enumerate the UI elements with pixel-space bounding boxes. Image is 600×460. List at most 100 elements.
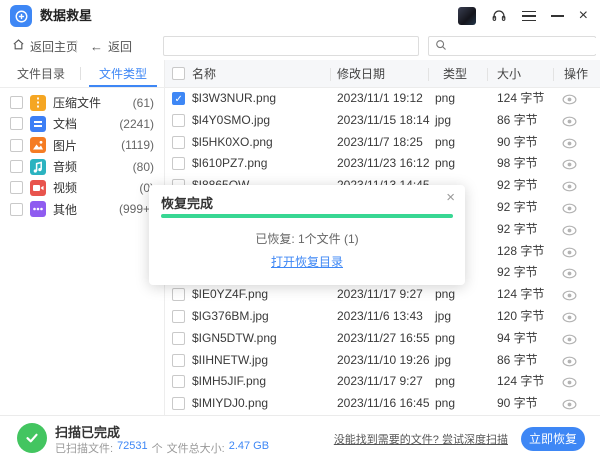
scan-summary: 已扫描文件: 72531 个 文件总大小: 2.47 GB — [55, 440, 269, 456]
table-row[interactable]: $IG376BM.jpg 2023/11/6 13:43 jpg 120 字节 — [165, 306, 600, 328]
preview-eye-icon[interactable] — [562, 268, 578, 279]
preview-eye-icon[interactable] — [562, 377, 578, 388]
preview-eye-icon[interactable] — [562, 399, 578, 410]
file-size: 86 字节 — [497, 350, 538, 372]
sidebar-category-other[interactable]: 其他 (999+) — [0, 198, 164, 219]
row-checkbox[interactable] — [172, 288, 185, 301]
home-label: 返回主页 — [30, 38, 78, 55]
column-header-type: 类型 — [443, 60, 467, 88]
minimize-icon[interactable] — [551, 15, 564, 17]
category-label: 音频 — [53, 158, 77, 175]
header-divider — [553, 68, 554, 81]
category-checkbox[interactable] — [10, 160, 23, 173]
table-row[interactable]: $I3W3NUR.png 2023/11/1 19:12 png 124 字节 — [165, 88, 600, 110]
preview-eye-icon[interactable] — [562, 247, 578, 258]
table-row[interactable]: $IIHNETW.jpg 2023/11/10 19:26 jpg 86 字节 — [165, 350, 600, 372]
category-count: (2241) — [119, 117, 154, 131]
file-name: $IE0YZ4F.png — [192, 284, 268, 306]
sidebar-category-zip[interactable]: 压缩文件 (61) — [0, 92, 164, 113]
file-type: png — [435, 328, 455, 350]
file-modified-date: 2023/11/23 16:12 — [337, 153, 430, 175]
select-all-checkbox[interactable] — [172, 67, 185, 80]
category-checkbox[interactable] — [10, 203, 23, 216]
user-avatar[interactable] — [458, 7, 476, 25]
back-button[interactable]: ← 返回 — [90, 32, 132, 60]
sidebar-category-document[interactable]: 文档 (2241) — [0, 113, 164, 134]
preview-eye-icon[interactable] — [562, 159, 578, 170]
preview-eye-icon[interactable] — [562, 181, 578, 192]
preview-eye-icon[interactable] — [562, 116, 578, 127]
sidebar-category-video[interactable]: 视频 (0) — [0, 177, 164, 198]
close-icon[interactable]: × — [579, 8, 588, 24]
table-row[interactable]: $I4Y0SMO.jpg 2023/11/15 18:14 jpg 86 字节 — [165, 110, 600, 132]
row-checkbox[interactable] — [172, 157, 185, 170]
preview-eye-icon[interactable] — [562, 334, 578, 345]
total-size-value: 2.47 GB — [229, 440, 269, 456]
row-checkbox[interactable] — [172, 114, 185, 127]
preview-eye-icon[interactable] — [562, 290, 578, 301]
file-size: 124 字节 — [497, 284, 544, 306]
sidebar: 文件目录 文件类型 压缩文件 (61) 文档 (2241) 图片 (1119) … — [0, 60, 165, 415]
file-type: png — [435, 153, 455, 175]
row-checkbox[interactable] — [172, 310, 185, 323]
search-box[interactable] — [428, 36, 596, 56]
file-table-header: 名称 修改日期 类型 大小 操作 — [165, 60, 600, 88]
titlebar: 数据救星 × — [0, 0, 600, 32]
search-input[interactable] — [451, 38, 600, 54]
toolbar: 返回主页 ← 返回 — [0, 32, 600, 60]
file-name: $I610PZ7.png — [192, 153, 267, 175]
row-checkbox[interactable] — [172, 92, 185, 105]
category-checkbox[interactable] — [10, 181, 23, 194]
category-checkbox[interactable] — [10, 117, 23, 130]
tab-file-directory[interactable]: 文件目录 — [0, 60, 82, 87]
sidebar-category-audio[interactable]: 音频 (80) — [0, 156, 164, 177]
file-name: $I5HK0XO.png — [192, 132, 273, 154]
file-modified-date: 2023/11/17 9:27 — [337, 371, 423, 393]
table-row[interactable]: $IGN5DTW.png 2023/11/27 16:55 png 94 字节 — [165, 328, 600, 350]
table-row[interactable]: $IE0YZ4F.png 2023/11/17 9:27 png 124 字节 — [165, 284, 600, 306]
app-window: 数据救星 × 返回主页 ← 返回 — [0, 0, 600, 460]
file-type: png — [435, 132, 455, 154]
open-recovery-folder-link[interactable]: 打开恢复目录 — [149, 253, 465, 270]
table-row[interactable]: $IMIYDJ0.png 2023/11/16 16:45 png 90 字节 — [165, 393, 600, 415]
total-size-label: 文件总大小: — [167, 440, 225, 456]
row-checkbox[interactable] — [172, 136, 185, 149]
scanned-label: 已扫描文件: — [55, 440, 113, 456]
table-row[interactable]: $I5HK0XO.png 2023/11/7 18:25 png 90 字节 — [165, 132, 600, 154]
preview-eye-icon[interactable] — [562, 356, 578, 367]
app-title: 数据救星 — [40, 0, 92, 32]
dialog-close-icon[interactable]: × — [446, 189, 455, 206]
path-input[interactable] — [163, 36, 419, 56]
table-row[interactable]: $I610PZ7.png 2023/11/23 16:12 png 98 字节 — [165, 153, 600, 175]
category-checkbox[interactable] — [10, 96, 23, 109]
deep-scan-link[interactable]: 没能找到需要的文件? 尝试深度扫描 — [334, 431, 508, 447]
sidebar-category-image[interactable]: 图片 (1119) — [0, 135, 164, 156]
row-checkbox[interactable] — [172, 332, 185, 345]
row-checkbox[interactable] — [172, 375, 185, 388]
category-checkbox[interactable] — [10, 139, 23, 152]
file-size: 98 字节 — [497, 153, 538, 175]
file-size: 94 字节 — [497, 328, 538, 350]
row-checkbox[interactable] — [172, 397, 185, 410]
category-label: 其他 — [53, 201, 77, 218]
home-button[interactable]: 返回主页 — [12, 32, 78, 60]
preview-eye-icon[interactable] — [562, 138, 578, 149]
column-header-action: 操作 — [564, 60, 588, 88]
table-row[interactable]: $IMH5JIF.png 2023/11/17 9:27 png 124 字节 — [165, 371, 600, 393]
row-checkbox[interactable] — [172, 354, 185, 367]
preview-eye-icon[interactable] — [562, 203, 578, 214]
header-divider — [330, 68, 331, 81]
file-modified-date: 2023/11/16 16:45 — [337, 393, 430, 415]
headset-icon[interactable] — [491, 7, 507, 26]
category-count: (1119) — [121, 138, 154, 152]
window-controls: × — [458, 0, 588, 32]
file-size: 124 字节 — [497, 371, 544, 393]
file-type: jpg — [435, 306, 451, 328]
hamburger-menu-icon[interactable] — [522, 11, 536, 22]
preview-eye-icon[interactable] — [562, 225, 578, 236]
recover-now-button[interactable]: 立即恢复 — [521, 427, 585, 451]
preview-eye-icon[interactable] — [562, 312, 578, 323]
tab-file-type[interactable]: 文件类型 — [82, 60, 164, 87]
preview-eye-icon[interactable] — [562, 94, 578, 105]
toolbar-divider — [76, 40, 77, 53]
